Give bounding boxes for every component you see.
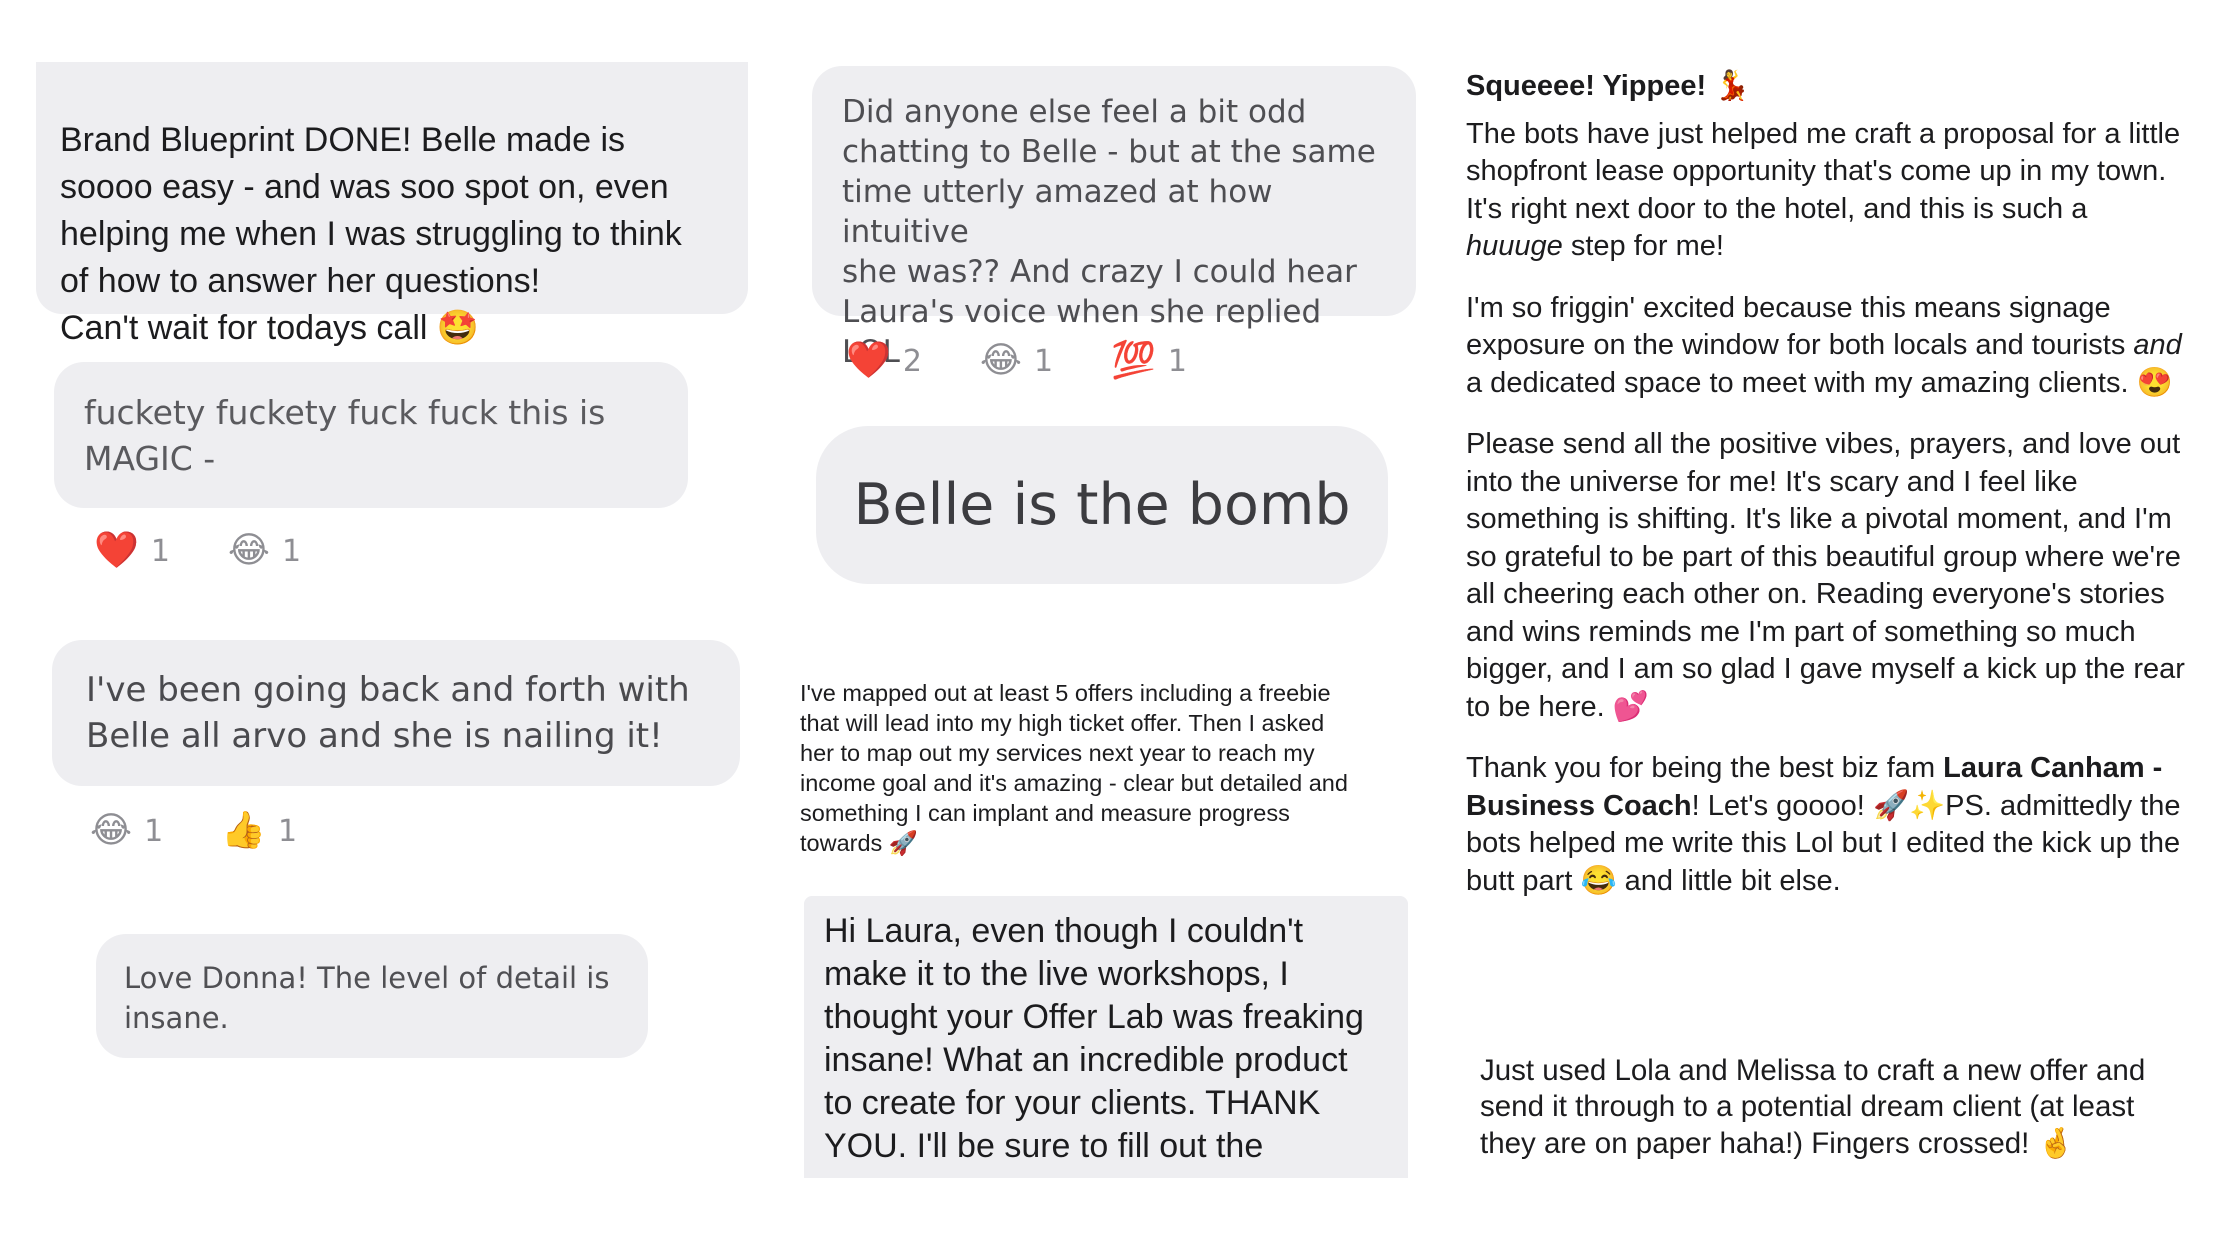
post-text: I've mapped out at least 5 offers includ… xyxy=(800,680,1348,856)
comment-bubble-brand-blueprint: Brand Blueprint DONE! Belle made is sooo… xyxy=(36,62,748,347)
post-heading: Squeeee! Yippee! xyxy=(1466,70,1707,102)
heart-eyes-icon: 😍 xyxy=(2136,366,2173,399)
reaction-laugh[interactable]: 😂 1 xyxy=(228,533,301,569)
reaction-like[interactable]: 👍 1 xyxy=(221,813,297,849)
reaction-heart[interactable]: ❤️ 1 xyxy=(94,533,170,569)
paragraph-text: Thank you for being the best biz fam xyxy=(1466,752,1944,784)
paragraph-text: a dedicated space to meet with my amazin… xyxy=(1466,366,2129,399)
paragraph-text: The bots have just helped me craft a pro… xyxy=(1466,117,2181,225)
post-mapped-offers: I've mapped out at least 5 offers includ… xyxy=(800,648,1420,858)
comment-text: fuckety fuckety fuck fuck this is MAGIC … xyxy=(84,393,606,478)
emphasis-text: huuuge xyxy=(1466,230,1563,262)
reaction-bar: ❤️ 1 😂 1 xyxy=(94,533,301,569)
reaction-heart[interactable]: ❤️ 2 xyxy=(846,343,922,379)
comment-bubble-offer-lab: Hi Laura, even though I couldn't make it… xyxy=(804,896,1408,1178)
paragraph-text: Please send all the positive vibes, pray… xyxy=(1466,428,2185,723)
heart-icon: ❤️ xyxy=(846,340,891,381)
comment-text: I've been going back and forth with Bell… xyxy=(86,670,690,756)
reaction-laugh[interactable]: 😂 1 xyxy=(980,343,1053,379)
comment-text: Belle is the bomb xyxy=(853,472,1351,538)
star-struck-emoji-icon: 🤩 xyxy=(436,309,480,347)
reaction-bar: 😂 1 👍 1 xyxy=(90,813,297,849)
comment-text: Did anyone else feel a bit odd chatting … xyxy=(842,94,1376,370)
rocket-icon: 🚀 xyxy=(888,830,919,856)
comment-text: Love Donna! The level of detail is insan… xyxy=(124,961,610,1035)
paragraph-text: ! Let's goooo! xyxy=(1691,789,1865,822)
crossed-fingers-icon: 🤞 xyxy=(2037,1126,2075,1160)
reaction-count: 1 xyxy=(150,533,170,569)
reaction-laugh[interactable]: 😂 1 xyxy=(90,813,163,849)
rocket-icon: 🚀 xyxy=(1872,789,1910,822)
comment-bubble-love-donna: Love Donna! The level of detail is insan… xyxy=(96,934,648,1058)
reaction-bar: ❤️ 2 😂 1 💯 1 xyxy=(846,343,1187,379)
paragraph-text: I'm so friggin' excited because this mea… xyxy=(1466,291,2126,362)
post-lola-melissa: Just used Lola and Melissa to craft a ne… xyxy=(1480,1016,2220,1162)
thumbs-up-icon: 👍 xyxy=(221,810,266,851)
comment-bubble-belle-bomb: Belle is the bomb xyxy=(816,426,1388,584)
emphasis-text: and xyxy=(2133,329,2182,361)
comment-bubble-odd-chatting: Did anyone else feel a bit odd chatting … xyxy=(812,66,1416,370)
comment-bubble-magic: fuckety fuckety fuck fuck this is MAGIC … xyxy=(54,362,688,508)
paragraph-text: and little bit else. xyxy=(1616,864,1841,897)
laughing-icon: 😂 xyxy=(90,810,133,851)
sparkles-icon: ✨ xyxy=(1909,789,1946,822)
reaction-count: 1 xyxy=(1034,343,1054,379)
reaction-count: 2 xyxy=(902,343,922,379)
two-hearts-icon: 💕 xyxy=(1612,690,1649,723)
laughing-icon: 😂 xyxy=(979,340,1022,381)
laughing-icon: 😂 xyxy=(1580,864,1617,897)
reaction-count: 1 xyxy=(278,813,298,849)
reaction-count: 1 xyxy=(1167,343,1188,379)
hundred-points-icon: 💯 xyxy=(1111,340,1156,381)
comment-text: Brand Blueprint DONE! Belle made is sooo… xyxy=(60,121,682,347)
reaction-count: 1 xyxy=(282,533,302,569)
reaction-hundred[interactable]: 💯 1 xyxy=(1111,343,1187,379)
reaction-count: 1 xyxy=(144,813,164,849)
paragraph-text: step for me! xyxy=(1562,230,1724,262)
comment-bubble-back-and-forth: I've been going back and forth with Bell… xyxy=(52,640,740,786)
heart-icon: ❤️ xyxy=(94,530,139,571)
comment-text: Hi Laura, even though I couldn't make it… xyxy=(824,912,1364,1165)
laughing-icon: 😂 xyxy=(227,530,270,571)
dancer-icon: 💃 xyxy=(1714,70,1751,102)
post-squeee: Squeeee! Yippee! 💃 The bots have just he… xyxy=(1466,68,2232,900)
